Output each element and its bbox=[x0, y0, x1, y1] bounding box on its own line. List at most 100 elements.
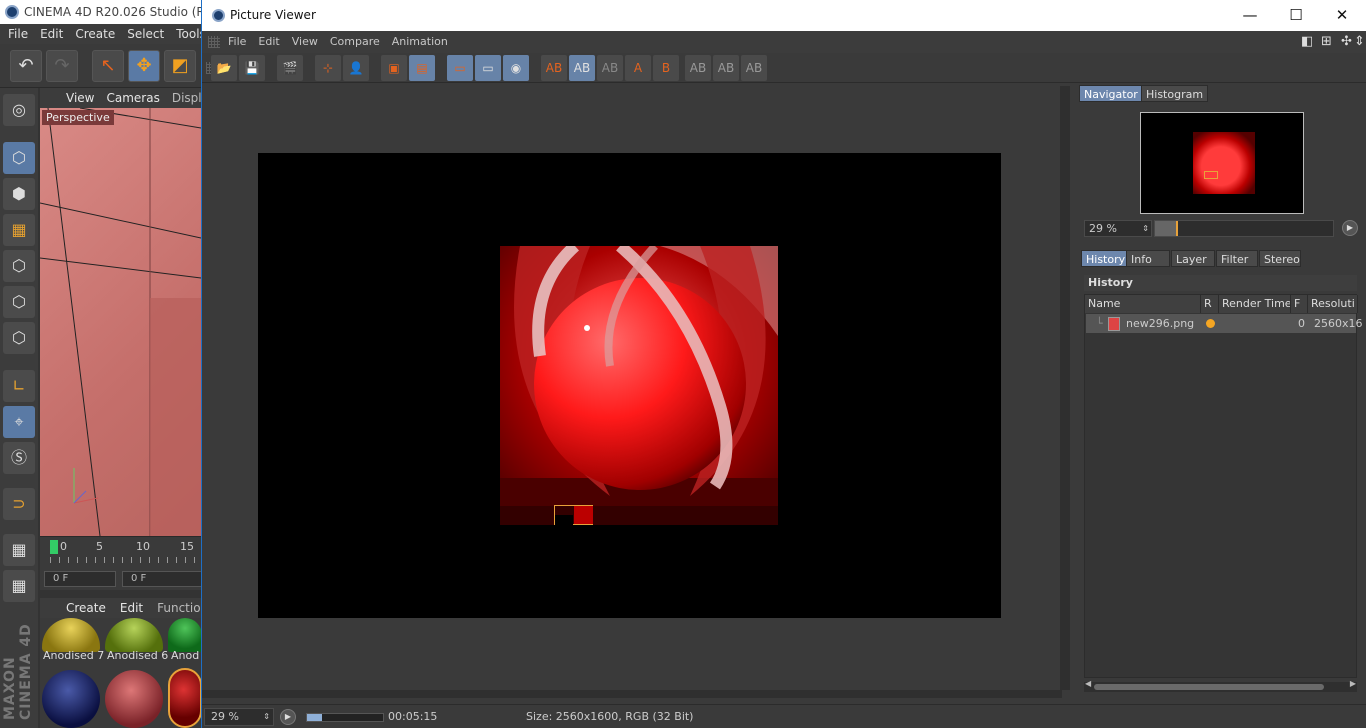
stepper-arrows-icon[interactable]: ⇕ bbox=[1142, 221, 1149, 236]
ab-split-icon[interactable]: AB bbox=[569, 55, 595, 81]
column-header-render-time[interactable]: Render Time bbox=[1219, 295, 1291, 313]
viewport-menu-view[interactable]: View bbox=[66, 88, 94, 108]
set-a-icon[interactable]: A bbox=[625, 55, 651, 81]
axis-icon[interactable]: ∟ bbox=[3, 370, 35, 402]
view-region-icon[interactable]: ▭ bbox=[475, 55, 501, 81]
scroll-right-icon[interactable]: ▶ bbox=[1350, 679, 1356, 688]
set-b-icon[interactable]: B bbox=[653, 55, 679, 81]
polygons-mode-icon[interactable]: ⬡ bbox=[3, 322, 35, 354]
view-single-icon[interactable]: ▭ bbox=[447, 55, 473, 81]
column-header-name[interactable]: Name bbox=[1085, 295, 1201, 313]
menu-view[interactable]: View bbox=[292, 31, 330, 53]
play-icon[interactable]: ▶ bbox=[280, 709, 296, 725]
navigator-zoom-field[interactable]: 29 % ⇕ bbox=[1084, 220, 1152, 237]
material-swatch-selected[interactable] bbox=[168, 668, 202, 728]
column-header-r[interactable]: R bbox=[1201, 295, 1219, 313]
tab-filter[interactable]: Filter bbox=[1216, 250, 1258, 267]
tab-histogram[interactable]: Histogram bbox=[1141, 85, 1209, 102]
texture-mode-icon[interactable]: ⬢ bbox=[3, 178, 35, 210]
c4d-menu-select[interactable]: Select bbox=[127, 24, 164, 44]
minimize-icon[interactable]: — bbox=[1227, 0, 1273, 31]
layout-panel-icon[interactable]: ◧ bbox=[1301, 31, 1313, 53]
navigator-selection[interactable] bbox=[1204, 171, 1218, 179]
horizontal-scrollbar[interactable] bbox=[202, 690, 1062, 698]
material-menu-edit[interactable]: Edit bbox=[120, 598, 143, 618]
new-window-icon[interactable]: ⊞ bbox=[1321, 31, 1332, 53]
history-horizontal-scrollbar[interactable]: ◀ ▶ bbox=[1084, 679, 1357, 692]
menu-animation[interactable]: Animation bbox=[392, 31, 460, 53]
material-swatch[interactable] bbox=[168, 618, 202, 652]
scale-tool-icon[interactable]: ◩ bbox=[164, 50, 196, 82]
points-mode-icon[interactable]: ⬡ bbox=[3, 250, 35, 282]
fit-to-screen-icon[interactable]: ⊹ bbox=[315, 55, 341, 81]
c4d-menu-create[interactable]: Create bbox=[75, 24, 115, 44]
magnet-icon[interactable]: ⊃ bbox=[3, 488, 35, 520]
tab-info[interactable]: Info bbox=[1126, 250, 1170, 267]
ab-vertical-icon[interactable]: AB bbox=[713, 55, 739, 81]
menu-compare[interactable]: Compare bbox=[330, 31, 392, 53]
clapper-icon[interactable]: 🎬 bbox=[277, 55, 303, 81]
model-mode-icon[interactable]: ⬡ bbox=[3, 142, 35, 174]
close-icon[interactable]: ✕ bbox=[1319, 0, 1365, 31]
workplane-rotate-icon[interactable]: ▦ bbox=[3, 570, 35, 602]
material-swatch[interactable] bbox=[42, 618, 100, 652]
tab-navigator[interactable]: Navigator bbox=[1079, 85, 1143, 102]
globe-icon[interactable]: ◎ bbox=[3, 94, 35, 126]
material-swatch[interactable] bbox=[105, 618, 163, 652]
undo-icon[interactable]: ↶ bbox=[10, 50, 42, 82]
material-swatch[interactable] bbox=[105, 670, 163, 728]
rendered-image[interactable] bbox=[500, 246, 778, 525]
vertical-scrollbar[interactable] bbox=[1060, 86, 1070, 690]
scrollbar-thumb[interactable] bbox=[1094, 684, 1324, 690]
timeline-ruler[interactable]: 0 5 10 15 bbox=[40, 536, 201, 568]
tab-stereo[interactable]: Stereo bbox=[1259, 250, 1301, 267]
tweak-mouse-icon[interactable]: ⌖ bbox=[3, 406, 35, 438]
snap-s-icon[interactable]: Ⓢ bbox=[3, 442, 35, 474]
tab-history[interactable]: History bbox=[1081, 250, 1131, 267]
material-swatch[interactable] bbox=[42, 670, 100, 728]
material-menu-create[interactable]: Create bbox=[66, 598, 106, 618]
column-header-frame[interactable]: F bbox=[1291, 295, 1308, 313]
move-window-icon[interactable]: ✣ bbox=[1341, 31, 1352, 53]
dock-arrows-icon[interactable]: ⇕ bbox=[1354, 31, 1365, 53]
zoom-select[interactable]: 29 % ⇕ bbox=[204, 708, 274, 726]
render-user-icon[interactable]: 👤 bbox=[343, 55, 369, 81]
table-row[interactable]: └ new296.png 0 2560x16 bbox=[1086, 314, 1363, 333]
navigator-thumbnail[interactable] bbox=[1140, 112, 1304, 214]
menu-file[interactable]: File bbox=[228, 31, 258, 53]
perspective-viewport[interactable]: Perspective bbox=[40, 108, 201, 536]
menu-edit[interactable]: Edit bbox=[258, 31, 291, 53]
view-people-icon[interactable]: ◉ bbox=[503, 55, 529, 81]
copy-to-clipboard-icon[interactable]: ▣ bbox=[381, 55, 407, 81]
current-frame-field[interactable]: 0 F bbox=[44, 571, 116, 587]
viewport-wireframe bbox=[40, 108, 201, 536]
stepper-arrows-icon[interactable]: ⇕ bbox=[263, 709, 270, 725]
maximize-icon[interactable]: ☐ bbox=[1273, 0, 1319, 31]
zoom-region-marker[interactable] bbox=[554, 505, 593, 525]
ab-horizontal-icon[interactable]: AB bbox=[685, 55, 711, 81]
open-file-icon[interactable]: 📂 bbox=[211, 55, 237, 81]
edges-mode-icon[interactable]: ⬡ bbox=[3, 286, 35, 318]
c4d-menu-file[interactable]: File bbox=[8, 24, 28, 44]
navigator-zoom-slider[interactable] bbox=[1154, 220, 1334, 237]
playhead-marker[interactable] bbox=[50, 540, 58, 554]
tab-layer[interactable]: Layer bbox=[1171, 250, 1215, 267]
workplane-icon[interactable]: ▦ bbox=[3, 214, 35, 246]
ab-swap-icon[interactable]: AB bbox=[597, 55, 623, 81]
start-frame-field[interactable]: 0 F bbox=[122, 571, 202, 587]
viewport-menu-cameras[interactable]: Cameras bbox=[106, 88, 159, 108]
ab-compare-icon[interactable]: AB bbox=[541, 55, 567, 81]
show-history-icon[interactable]: ▤ bbox=[409, 55, 435, 81]
column-header-resolution[interactable]: Resoluti bbox=[1308, 295, 1358, 313]
c4d-title: CINEMA 4D R20.026 Studio (RC - R bbox=[24, 5, 201, 19]
move-tool-icon[interactable]: ✥ bbox=[128, 50, 160, 82]
play-icon[interactable]: ▶ bbox=[1342, 220, 1358, 236]
scroll-left-icon[interactable]: ◀ bbox=[1085, 679, 1091, 688]
viewport-menubar: View Cameras Display bbox=[40, 88, 216, 108]
c4d-menu-edit[interactable]: Edit bbox=[40, 24, 63, 44]
ab-difference-icon[interactable]: AB bbox=[741, 55, 767, 81]
lock-workplane-icon[interactable]: ▦ bbox=[3, 534, 35, 566]
save-icon[interactable]: 💾 bbox=[239, 55, 265, 81]
redo-icon[interactable]: ↷ bbox=[46, 50, 78, 82]
live-selection-icon[interactable]: ↖ bbox=[92, 50, 124, 82]
